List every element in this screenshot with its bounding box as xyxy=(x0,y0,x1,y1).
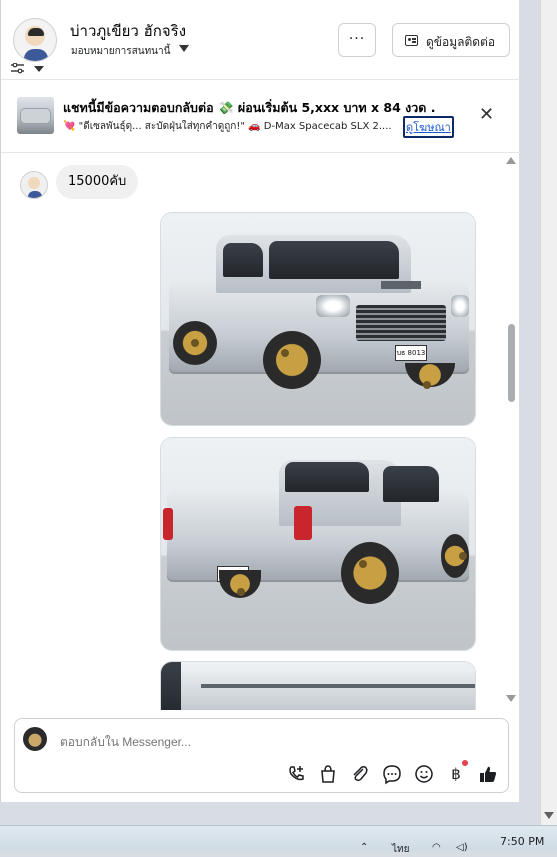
wheel xyxy=(173,321,217,365)
tail-light xyxy=(294,506,312,540)
contact-name[interactable]: บ่าวภูเขียว ฮักจริง xyxy=(70,19,186,43)
avatar-hair xyxy=(28,28,44,36)
chevron-up-icon[interactable]: ⌃ xyxy=(360,842,368,853)
ad-title: แชทนี้มีข้อความตอบกลับต่อ 💸 ผ่อนเริ่มต้น… xyxy=(63,100,436,115)
ad-subtitle: 💘 "ดีเซลพันธุ์ดุ... สะบัดฝุ่นใส่ทุกคำดูถ… xyxy=(63,121,392,132)
hood-stripe xyxy=(381,281,421,289)
messenger-window: บ่าวภูเขียว ฮักจริง มอบหมายการสนทนานี้ ·… xyxy=(0,0,520,802)
language-indicator[interactable]: ไทย xyxy=(392,842,409,857)
emoji-icon[interactable] xyxy=(413,763,435,785)
truck-shadow xyxy=(161,662,181,710)
reply-composer: ฿ xyxy=(14,718,509,793)
truck-body xyxy=(161,672,475,710)
ad-reply-banner: แชทนี้มีข้อความตอบกลับต่อ 💸 ผ่อนเริ่มต้น… xyxy=(1,81,520,153)
view-ad-link[interactable]: ดูโฆษณา xyxy=(403,116,454,138)
body-stripe xyxy=(201,684,475,688)
assign-conversation-label[interactable]: มอบหมายการสนทนานี้ xyxy=(71,44,170,59)
windshield xyxy=(269,241,399,279)
phone-plus-icon[interactable] xyxy=(285,763,307,785)
paperclip-icon[interactable] xyxy=(349,763,371,785)
conversation-header: บ่าวภูเขียว ฮักจริง มอบหมายการสนทนานี้ ·… xyxy=(1,0,520,80)
contact-card-icon xyxy=(405,35,418,46)
chevron-down-icon[interactable] xyxy=(34,66,44,72)
ad-thumbnail[interactable] xyxy=(17,97,54,134)
speaker-icon[interactable]: ◁) xyxy=(456,842,468,853)
scroll-down-arrow-icon[interactable] xyxy=(544,812,554,819)
page-scrollbar[interactable] xyxy=(540,0,557,825)
os-taskbar: ⌃ ไทย ◠ ◁) 7:50 PM xyxy=(0,825,557,855)
wheel xyxy=(341,542,399,604)
sender-avatar[interactable] xyxy=(20,171,48,199)
headlight xyxy=(451,295,469,317)
truck-front-photo[interactable]: บธ 8013 xyxy=(160,212,476,426)
close-icon[interactable]: ✕ xyxy=(479,106,494,124)
rear-window xyxy=(285,462,369,492)
thumbs-up-icon[interactable] xyxy=(477,763,499,785)
chat-bubble-icon[interactable] xyxy=(381,763,403,785)
scroll-up-arrow-icon[interactable] xyxy=(506,157,516,164)
wheel xyxy=(263,331,321,389)
truck-rear-photo[interactable]: บธ 8013 xyxy=(160,437,476,651)
view-contact-button[interactable]: ดูข้อมูลติดต่อ xyxy=(392,23,510,57)
page-avatar xyxy=(23,727,47,751)
wifi-icon[interactable]: ◠ xyxy=(432,842,441,853)
avatar-shirt xyxy=(24,49,48,61)
license-plate: บธ 8013 xyxy=(395,345,427,361)
scroll-down-arrow-icon[interactable] xyxy=(506,695,516,702)
contact-avatar[interactable] xyxy=(13,18,57,62)
message-input[interactable] xyxy=(60,735,260,749)
tail-light xyxy=(163,508,173,540)
shopping-bag-icon[interactable] xyxy=(317,763,339,785)
sliders-icon[interactable] xyxy=(11,63,24,74)
view-contact-label: ดูข้อมูลติดต่อ xyxy=(426,35,496,49)
scrollbar-thumb[interactable] xyxy=(508,324,515,402)
more-options-button[interactable]: ··· xyxy=(338,23,376,57)
chevron-down-icon[interactable] xyxy=(179,45,189,52)
grille xyxy=(356,305,446,341)
truck-side-photo[interactable] xyxy=(160,661,476,710)
headlight xyxy=(316,295,350,317)
side-window xyxy=(223,243,263,277)
message-bubble[interactable]: 15000คับ xyxy=(56,165,139,199)
message-thread[interactable]: 15000คับ บธ 8013 บธ 8013 xyxy=(1,154,520,710)
baht-icon[interactable]: ฿ xyxy=(445,763,467,785)
notification-dot xyxy=(462,760,468,766)
side-window xyxy=(383,466,439,502)
clock-time[interactable]: 7:50 PM xyxy=(500,835,544,848)
wheel xyxy=(441,534,469,578)
